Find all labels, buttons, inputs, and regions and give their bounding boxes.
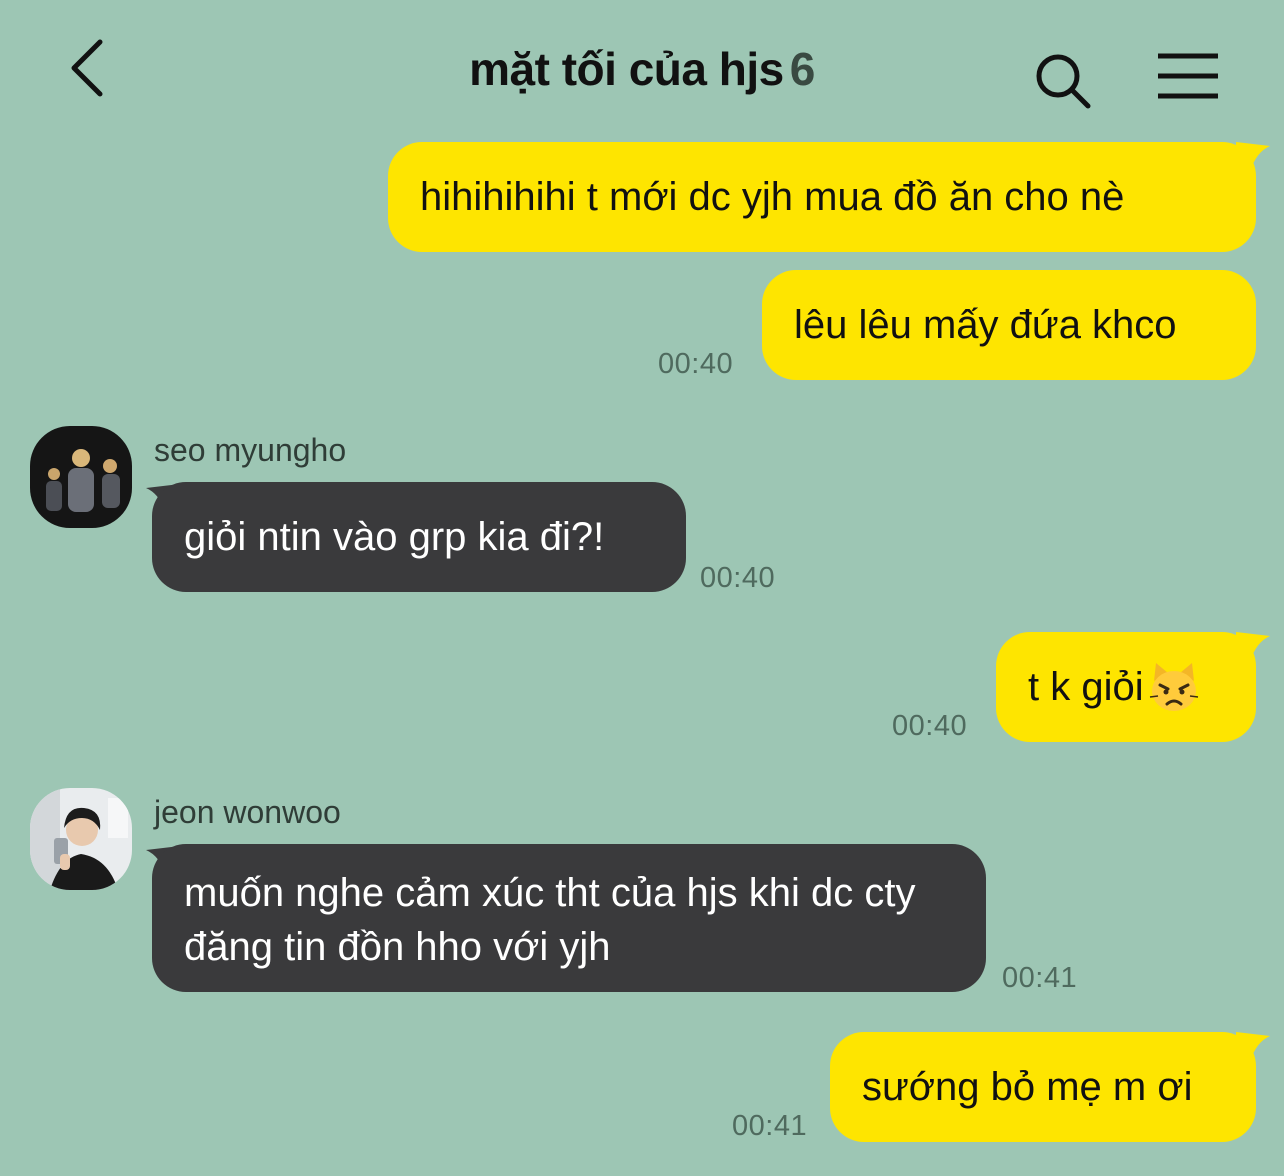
search-button[interactable] xyxy=(1030,48,1096,114)
sender-name: jeon wonwoo xyxy=(154,794,341,830)
pouting-cat-emoji xyxy=(1149,663,1198,711)
message-time: 00:41 xyxy=(1002,962,1078,994)
message-time: 00:40 xyxy=(658,348,734,380)
menu-button[interactable] xyxy=(1156,50,1222,104)
message-text: hihihihihi t mới dc yjh mua đồ ăn cho nè xyxy=(420,175,1125,219)
member-count: 6 xyxy=(789,43,816,95)
message-text: muốn nghe cảm xúc tht của hjs khi dc cty… xyxy=(184,871,916,969)
message-time: 00:40 xyxy=(700,562,776,594)
my-message-bubble[interactable]: sướng bỏ mẹ m ơi xyxy=(830,1032,1256,1142)
bubble-tail xyxy=(1236,1032,1270,1062)
message-text: giỏi ntin vào grp kia đi?! xyxy=(184,515,605,559)
my-message-bubble[interactable]: t k giỏi xyxy=(996,632,1256,742)
room-name: mặt tối của hjs xyxy=(469,43,784,95)
avatar-image xyxy=(30,426,132,528)
avatar-image xyxy=(30,788,132,890)
sender-name: seo myungho xyxy=(154,432,347,468)
avatar-jeon-wonwoo[interactable] xyxy=(30,788,132,890)
bubble-tail xyxy=(1236,632,1270,662)
chat-header: mặt tối của hjs 6 xyxy=(0,0,1284,130)
message-time: 00:41 xyxy=(732,1110,808,1142)
their-message-bubble[interactable]: giỏi ntin vào grp kia đi?! xyxy=(152,482,686,592)
search-icon xyxy=(1036,54,1091,109)
my-message-bubble[interactable]: lêu lêu mấy đứa khco xyxy=(762,270,1256,380)
message-text: lêu lêu mấy đứa khco xyxy=(794,303,1177,347)
avatar-seo-myungho[interactable] xyxy=(30,426,132,528)
message-time: 00:40 xyxy=(892,710,968,742)
their-message-bubble[interactable]: muốn nghe cảm xúc tht của hjs khi dc cty… xyxy=(152,844,986,992)
my-message-bubble[interactable]: hihihihihi t mới dc yjh mua đồ ăn cho nè xyxy=(388,142,1256,252)
message-text: t k giỏi xyxy=(1028,665,1144,709)
menu-icon xyxy=(1158,53,1218,99)
message-text: sướng bỏ mẹ m ơi xyxy=(862,1065,1193,1109)
bubble-tail xyxy=(1236,142,1270,172)
